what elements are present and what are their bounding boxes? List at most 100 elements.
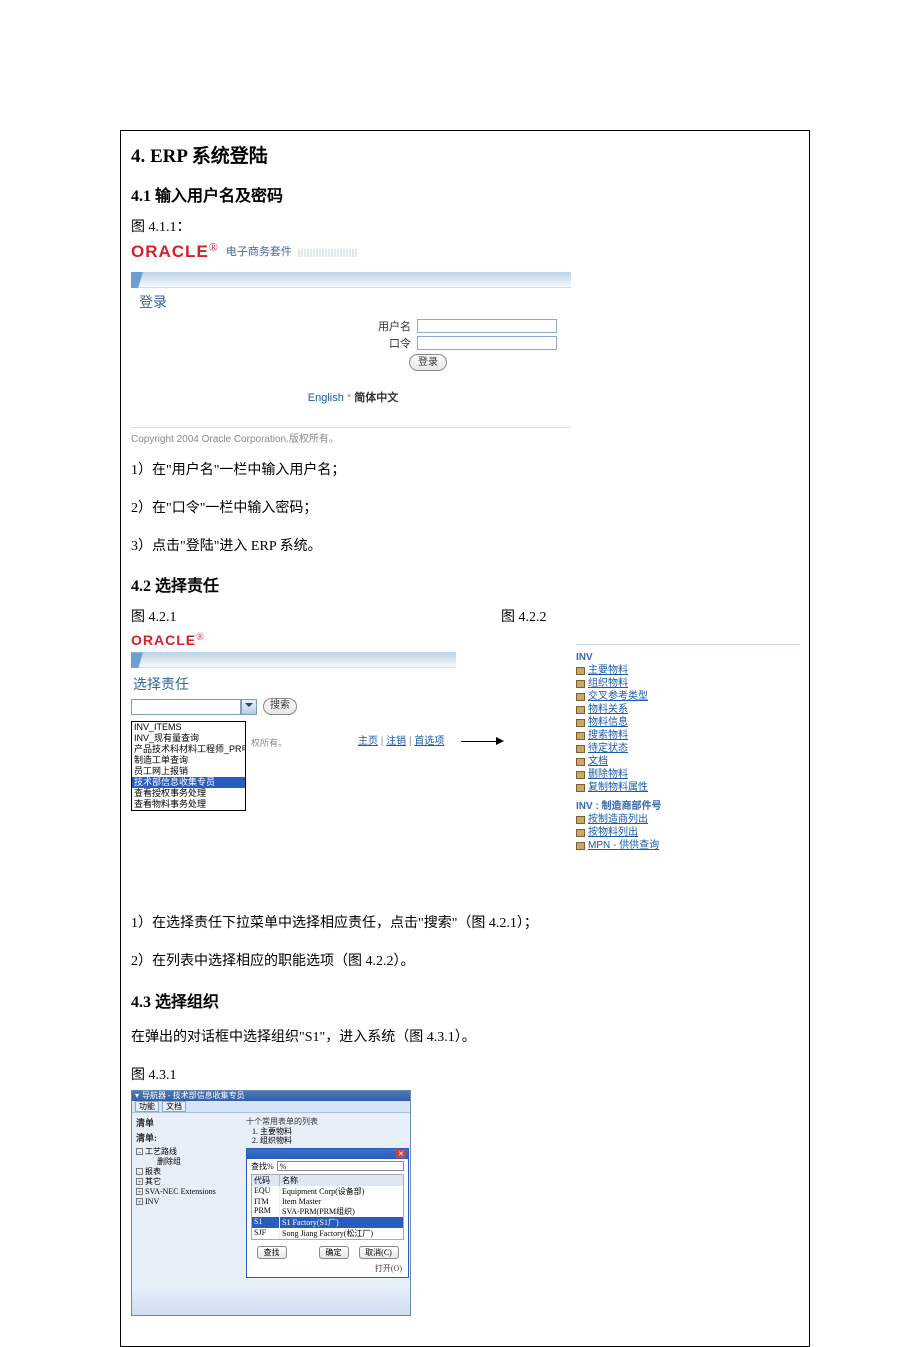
tree-item[interactable]: 物料关系 xyxy=(576,703,799,716)
col-name: 名称 xyxy=(280,1175,403,1186)
find-input[interactable]: % xyxy=(277,1161,404,1171)
responsibility-option[interactable]: 产品技术科材料工程师_PR申请 xyxy=(132,744,245,755)
folder-icon xyxy=(576,758,585,766)
intro-4-3: 在弹出的对话框中选择组织"S1"，进入系统（图 4.3.1）。 xyxy=(131,1026,799,1050)
org-table-row[interactable]: ITMItem Master xyxy=(252,1197,403,1206)
navigator-window-titlebar: ▾ 导航器 - 技术部信息收集专员 xyxy=(132,1091,410,1101)
folder-icon xyxy=(576,706,585,714)
navigator-window-title: 导航器 - 技术部信息收集专员 xyxy=(142,1090,407,1101)
org-table-row[interactable]: S1S1 Factory(S1厂) xyxy=(252,1217,403,1228)
col-code: 代码 xyxy=(252,1175,280,1186)
responsibility-dropdown-list[interactable]: INV_ITEMSINV_现有量查询产品技术科材料工程师_PR申请制造工单查询员… xyxy=(131,721,246,811)
figure-label-4-3-1: 图 4.3.1 xyxy=(131,1064,799,1084)
nav-links: 主页 | 注销 | 首选项 xyxy=(358,732,444,747)
folder-icon xyxy=(576,667,585,675)
tree-item[interactable]: 搜索物料 xyxy=(576,729,799,742)
figure-4-2-1: ORACLE® 选择责任 搜索 主页 | 注销 | 首选项 xyxy=(131,632,456,852)
responsibility-option[interactable]: 查看物料事务处理 xyxy=(132,799,245,810)
responsibility-option[interactable]: 员工网上报销 xyxy=(132,766,245,777)
heading-section-4-3: 4.3 选择组织 xyxy=(131,988,799,1012)
figure-4-3-1: ▾ 导航器 - 技术部信息收集专员 功能 文档 清单 清单: -工艺路线删除组-… xyxy=(131,1090,411,1316)
tree-item[interactable]: 待定状态 xyxy=(576,742,799,755)
folder-icon xyxy=(576,784,585,792)
select-responsibility-heading: 选择责任 xyxy=(133,674,456,694)
folder-icon xyxy=(576,732,585,740)
folder-icon xyxy=(576,719,585,727)
step-4-2-2: 2）在列表中选择相应的职能选项（图 4.2.2）。 xyxy=(131,950,799,974)
password-label: 口令 xyxy=(389,335,411,351)
common-form-item[interactable]: 2. 组织物料 xyxy=(252,1136,406,1145)
combobox-dropdown-button[interactable] xyxy=(241,699,257,715)
responsibility-option[interactable]: 制造工单查询 xyxy=(132,755,245,766)
nav-tree-node[interactable]: 删除组 xyxy=(136,1157,238,1167)
tree-header-inv: INV xyxy=(576,651,799,664)
tree-item[interactable]: 文档 xyxy=(576,755,799,768)
nav-tree-node[interactable]: -报表 xyxy=(136,1167,238,1177)
nav-tree-node[interactable]: +其它 xyxy=(136,1177,238,1187)
close-icon[interactable]: ✕ xyxy=(396,1150,406,1158)
org-table-row[interactable]: SJFSong Jiang Factory(松江厂) xyxy=(252,1228,403,1239)
org-table-row[interactable]: EQUEquipment Corp(设备部) xyxy=(252,1186,403,1197)
password-input[interactable] xyxy=(417,336,557,350)
tree-item[interactable]: 交叉参考类型 xyxy=(576,690,799,703)
tree-item[interactable]: 组织物料 xyxy=(576,677,799,690)
copyright-text: Copyright 2004 Oracle Corporation.版权所有。 xyxy=(131,427,571,445)
decorative-bar xyxy=(298,249,358,257)
tree-item[interactable]: 主要物料 xyxy=(576,664,799,677)
tree-item[interactable]: 按制造商列出 xyxy=(576,813,799,826)
menu-list-label: 清单 xyxy=(136,1116,238,1129)
tree-item[interactable]: 按物料列出 xyxy=(576,826,799,839)
common-forms-heading: 十个常用表单的列表 xyxy=(246,1116,406,1127)
folder-icon xyxy=(576,680,585,688)
tree-header-inv-mfr: INV : 制造商部件号 xyxy=(576,800,799,813)
nav-prefs-link[interactable]: 首选项 xyxy=(414,736,444,747)
menu-sub-label: 清单: xyxy=(136,1131,238,1144)
nav-home-link[interactable]: 主页 xyxy=(358,736,378,747)
tab-document[interactable]: 文档 xyxy=(162,1101,186,1112)
nav-tree-node[interactable]: +INV xyxy=(136,1197,238,1207)
heading-section-4: 4. ERP 系统登陆 xyxy=(131,141,799,168)
heading-section-4-2: 4.2 选择责任 xyxy=(131,572,799,596)
org-selection-dialog: ✕ 查找% % 代码 名称 EQUEquipment Corp(设备部)ITMI… xyxy=(246,1148,409,1278)
find-button[interactable]: 查找 xyxy=(257,1246,287,1259)
folder-icon xyxy=(576,693,585,701)
nav-tree-node[interactable]: +SVA-NEC Extensions xyxy=(136,1187,238,1197)
gradient-shelf xyxy=(131,272,571,288)
heading-section-4-1: 4.1 输入用户名及密码 xyxy=(131,182,799,206)
folder-icon xyxy=(576,829,585,837)
login-button[interactable]: 登录 xyxy=(409,354,447,371)
tree-item[interactable]: 删除物料 xyxy=(576,768,799,781)
nav-logout-link[interactable]: 注销 xyxy=(386,736,406,747)
lang-english-link[interactable]: English xyxy=(308,392,344,404)
ok-button[interactable]: 确定 xyxy=(319,1246,349,1259)
tree-item[interactable]: MPN - 供供查询 xyxy=(576,839,799,852)
figure-label-4-1-1: 图 4.1.1： xyxy=(131,216,799,236)
username-input[interactable] xyxy=(417,319,557,333)
cancel-button[interactable]: 取消(C) xyxy=(359,1246,399,1259)
folder-icon xyxy=(576,816,585,824)
collapse-icon[interactable]: ▾ xyxy=(135,1091,139,1100)
folder-icon xyxy=(576,745,585,753)
folder-icon xyxy=(576,842,585,850)
tab-function[interactable]: 功能 xyxy=(135,1101,159,1112)
tree-item[interactable]: 复制物料属性 xyxy=(576,781,799,794)
responsibility-combobox[interactable] xyxy=(131,699,241,715)
responsibility-option[interactable]: 查看授权事务处理 xyxy=(132,788,245,799)
step-4-1-3: 3）点击"登陆"进入 ERP 系统。 xyxy=(131,535,799,559)
tree-item[interactable]: 物料信息 xyxy=(576,716,799,729)
org-table-row[interactable]: PRMSVA-PRM(PRM组织) xyxy=(252,1206,403,1217)
document-page: 4. ERP 系统登陆 4.1 输入用户名及密码 图 4.1.1： ORACLE… xyxy=(120,130,810,1347)
find-label: 查找% xyxy=(251,1161,274,1172)
owner-text-fragment: 权所有。 xyxy=(251,736,287,749)
open-label[interactable]: 打开(O) xyxy=(375,1264,402,1273)
search-button[interactable]: 搜索 xyxy=(263,698,297,715)
step-4-1-2: 2）在"口令"一栏中输入密码； xyxy=(131,497,799,521)
login-heading: 登录 xyxy=(139,292,567,312)
responsibility-option[interactable]: INV_ITEMS xyxy=(132,722,245,733)
common-form-item[interactable]: 1. 主要物料 xyxy=(252,1127,406,1136)
nav-tree-node[interactable]: -工艺路线 xyxy=(136,1147,238,1157)
responsibility-option[interactable]: INV_现有量查询 xyxy=(132,733,245,744)
lang-chinese-link[interactable]: 简体中文 xyxy=(354,392,398,404)
responsibility-option[interactable]: 技术部信息收集专员 xyxy=(132,777,245,788)
username-label: 用户名 xyxy=(378,318,411,334)
